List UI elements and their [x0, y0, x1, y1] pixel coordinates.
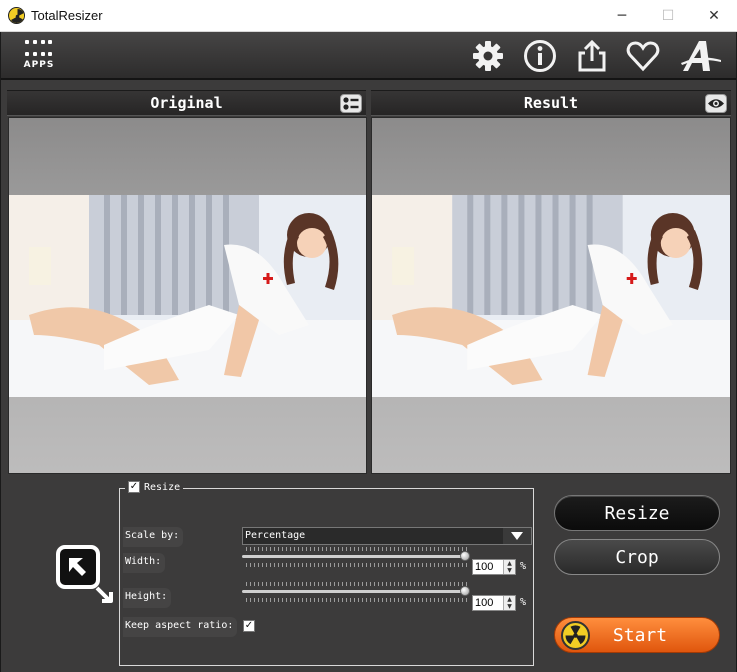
height-slider[interactable]	[242, 582, 470, 602]
close-button[interactable]: ✕	[691, 0, 737, 32]
height-spin-arrows[interactable]: ▲ ▼	[503, 596, 515, 610]
apps-button[interactable]: APPS	[19, 38, 59, 76]
result-photo	[372, 195, 730, 397]
apps-grid-icon	[25, 40, 53, 60]
width-slider-ticks-bottom	[246, 563, 468, 567]
resize-group-legend: ✓ Resize	[125, 481, 184, 493]
width-value: 100	[475, 561, 494, 573]
keep-aspect-label: Keep aspect ratio:	[123, 617, 238, 637]
resize-button[interactable]: Resize	[554, 495, 720, 531]
result-image-view[interactable]	[371, 117, 731, 474]
app-logo-icon	[8, 7, 25, 24]
width-slider-track	[242, 555, 468, 558]
width-slider-ticks	[246, 547, 468, 551]
height-slider-track	[242, 590, 468, 593]
maximize-button[interactable]: ☐	[645, 0, 691, 32]
result-title: Result	[523, 94, 579, 112]
result-panel-header: Result	[371, 90, 731, 116]
original-title: Original	[150, 94, 223, 112]
height-value: 100	[475, 597, 494, 609]
favorite-icon[interactable]	[625, 38, 661, 74]
width-label: Width:	[123, 553, 166, 573]
height-slider-ticks	[246, 582, 468, 586]
keep-aspect-checkbox[interactable]: ✓	[243, 620, 255, 632]
resize-arrow-icon	[55, 544, 117, 608]
start-label: Start	[612, 624, 668, 646]
width-unit: %	[520, 561, 527, 572]
crop-button[interactable]: Crop	[554, 539, 720, 575]
toolbar: APPS	[1, 32, 736, 80]
start-radiation-icon	[561, 621, 590, 650]
layout-toggle-icon[interactable]	[340, 94, 362, 113]
share-icon[interactable]	[574, 38, 610, 74]
scale-by-value: Percentage	[245, 530, 306, 541]
apps-label: APPS	[23, 60, 55, 70]
height-unit: %	[520, 597, 527, 608]
window-title: TotalResizer	[31, 8, 103, 23]
settings-icon[interactable]	[470, 38, 506, 74]
scale-by-select[interactable]: Percentage	[242, 527, 532, 545]
minimize-button[interactable]: ─	[599, 0, 645, 32]
info-icon[interactable]	[522, 38, 558, 74]
resize-enable-checkbox[interactable]: ✓	[128, 481, 140, 493]
logo-icon[interactable]	[679, 38, 723, 74]
scale-by-label: Scale by:	[123, 527, 184, 547]
height-slider-ticks-bottom	[246, 598, 468, 602]
height-label: Height:	[123, 588, 172, 608]
app-body: APPS Original Result ✓ Resize Scale by: …	[0, 32, 737, 672]
original-photo	[9, 195, 366, 397]
start-button[interactable]: Start	[554, 617, 720, 653]
original-panel-header: Original	[7, 90, 366, 116]
resize-group-label: Resize	[144, 481, 181, 493]
resize-settings-group: ✓ Resize Scale by: Percentage Width: 100…	[119, 481, 534, 666]
title-bar: TotalResizer ─ ☐ ✕	[0, 0, 737, 32]
width-slider[interactable]	[242, 547, 470, 567]
eye-icon[interactable]	[705, 94, 727, 113]
width-slider-thumb[interactable]	[460, 551, 470, 561]
original-image-view[interactable]	[8, 117, 367, 474]
height-spinbox[interactable]: 100 ▲ ▼	[472, 595, 516, 611]
dropdown-arrow-icon[interactable]	[503, 528, 531, 544]
width-spinbox[interactable]: 100 ▲ ▼	[472, 559, 516, 575]
width-spin-arrows[interactable]: ▲ ▼	[503, 560, 515, 574]
height-slider-thumb[interactable]	[460, 586, 470, 596]
